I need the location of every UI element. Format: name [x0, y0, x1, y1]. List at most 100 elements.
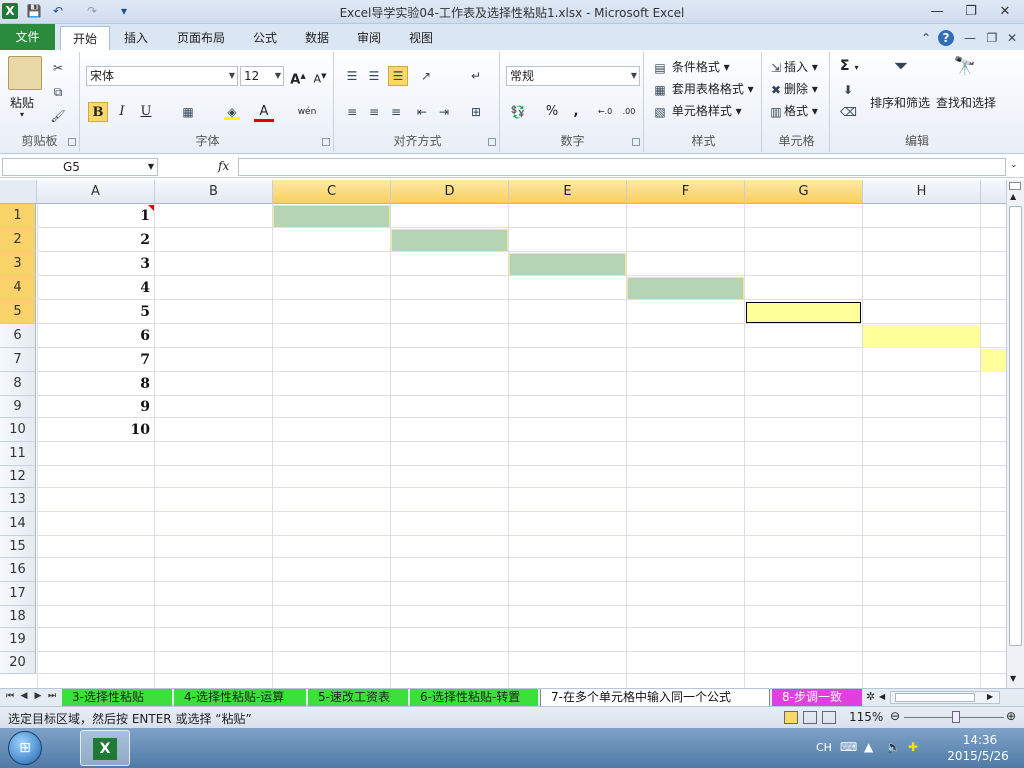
number-format-combo[interactable]: 常规 ▼ — [506, 66, 640, 86]
font-launcher-icon[interactable] — [322, 138, 330, 146]
border-icon[interactable]: ▦ — [180, 104, 196, 120]
worksheet-grid[interactable]: ABCDEFGH 1 2 3 4 5 6 7 8 9 10 11 12 13 14 15 16 17 18 19 20… — [0, 180, 1006, 688]
name-box[interactable]: G5 ▼ — [2, 158, 158, 176]
prev-sheet-icon[interactable]: ◀ — [18, 691, 30, 701]
row-header-11[interactable]: 11 — [0, 442, 36, 466]
percent-button[interactable]: % — [542, 102, 562, 122]
tab-home[interactable]: 开始 — [60, 26, 110, 50]
column-header-a[interactable]: A — [37, 180, 155, 204]
sheet-tab-8[interactable]: 8-步调一致 — [772, 689, 862, 706]
cell-c1[interactable] — [273, 205, 390, 228]
cell-h6[interactable] — [863, 325, 980, 348]
number-launcher-icon[interactable] — [632, 138, 640, 146]
restore-button[interactable]: ❐ — [960, 3, 982, 21]
insert-function-icon[interactable]: fx — [218, 159, 229, 173]
align-right-icon[interactable]: ≡ — [388, 104, 404, 120]
paste-icon[interactable] — [8, 56, 42, 90]
tab-data[interactable]: 数据 — [296, 26, 338, 50]
cell-a8[interactable]: 8 — [37, 372, 154, 396]
cell-a6[interactable]: 6 — [37, 324, 154, 348]
cell-a5[interactable]: 5 — [37, 300, 154, 324]
tab-review[interactable]: 审阅 — [348, 26, 390, 50]
sheet-tab-6[interactable]: 6-选择性粘贴-转置 — [410, 689, 538, 706]
cut-icon[interactable]: ✂ — [50, 60, 66, 76]
row-header-12[interactable]: 12 — [0, 466, 36, 488]
row-header-5[interactable]: 5 — [0, 300, 36, 324]
row-header-9[interactable]: 9 — [0, 396, 36, 418]
font-color-button[interactable]: A — [254, 102, 274, 122]
align-middle-icon[interactable]: ☰ — [366, 68, 382, 84]
orientation-icon[interactable]: ↗ — [418, 68, 434, 84]
row-header-2[interactable]: 2 — [0, 228, 36, 252]
normal-view-icon[interactable] — [784, 711, 798, 724]
zoom-in-icon[interactable]: ⊕ — [1006, 709, 1016, 723]
cell-a7[interactable]: 7 — [37, 348, 154, 372]
insert-cells-button[interactable]: ⇲ 插入 ▾ — [768, 58, 818, 76]
row-header-3[interactable]: 3 — [0, 252, 36, 276]
zoom-slider-thumb[interactable] — [952, 711, 960, 723]
tab-insert[interactable]: 插入 — [114, 26, 158, 50]
row-header-18[interactable]: 18 — [0, 606, 36, 628]
scroll-up-icon[interactable]: ▲ — [1010, 192, 1016, 201]
column-header-f[interactable]: F — [627, 180, 745, 204]
horizontal-scroll-thumb[interactable] — [895, 693, 975, 702]
cell-d2[interactable] — [391, 229, 508, 252]
alignment-launcher-icon[interactable] — [488, 138, 496, 146]
last-sheet-icon[interactable]: ⏭ — [46, 691, 58, 701]
sheet-tab-4[interactable]: 4-选择性粘贴-运算 — [174, 689, 306, 706]
volume-icon[interactable]: 🔈 — [886, 740, 901, 754]
comment-indicator-icon[interactable] — [148, 205, 154, 211]
comma-button[interactable]: , — [566, 102, 586, 122]
taskbar-excel-button[interactable]: X — [80, 730, 130, 766]
row-header-10[interactable]: 10 — [0, 418, 36, 442]
cell-a4[interactable]: 4 — [37, 276, 154, 300]
cell-a2[interactable]: 2 — [37, 228, 154, 252]
format-cells-button[interactable]: ▥ 格式 ▾ — [768, 102, 818, 120]
shrink-font-button[interactable]: A▼ — [310, 66, 330, 86]
row-header-8[interactable]: 8 — [0, 372, 36, 396]
tab-page-layout[interactable]: 页面布局 — [168, 26, 234, 50]
keyboard-icon[interactable]: ⌨ — [840, 740, 857, 754]
column-header-partial[interactable] — [981, 180, 1006, 204]
align-center-icon[interactable]: ≡ — [366, 104, 382, 120]
select-all-corner[interactable] — [0, 180, 37, 204]
windows-start-icon[interactable]: ⊞ — [8, 731, 42, 765]
cell-styles-button[interactable]: ▧ 单元格样式 ▾ — [652, 102, 741, 120]
network-icon[interactable]: ✚ — [908, 740, 918, 754]
next-sheet-icon[interactable]: ▶ — [32, 691, 44, 701]
copy-icon[interactable]: ⧉ — [50, 84, 66, 100]
row-header-7[interactable]: 7 — [0, 348, 36, 372]
sort-filter-button[interactable]: 排序和筛选 — [870, 94, 930, 111]
autosum-button[interactable]: Σ ▾ — [840, 58, 858, 74]
underline-button[interactable]: U — [136, 102, 156, 122]
tab-formulas[interactable]: 公式 — [244, 26, 286, 50]
increase-indent-icon[interactable]: ⇥ — [436, 104, 452, 120]
row-header-15[interactable]: 15 — [0, 536, 36, 558]
formula-input[interactable] — [238, 158, 1006, 176]
conditional-format-button[interactable]: ▤ 条件格式 ▾ — [652, 58, 729, 76]
find-select-button[interactable]: 查找和选择 — [936, 94, 996, 111]
accounting-format-icon[interactable]: 💱 — [510, 104, 526, 120]
first-sheet-icon[interactable]: ⏮ — [4, 691, 16, 701]
align-bottom-icon[interactable]: ☰ — [388, 66, 408, 86]
sheet-tab-7[interactable]: 7-在多个单元格中输入同一个公式 — [540, 689, 770, 706]
vertical-scrollbar[interactable]: ▲ ▼ — [1006, 180, 1024, 688]
column-header-c[interactable]: C — [273, 180, 391, 204]
cell-e3[interactable] — [509, 253, 626, 276]
clear-icon[interactable]: ⌫ — [840, 104, 857, 120]
row-header-6[interactable]: 6 — [0, 324, 36, 348]
bold-button[interactable]: B — [88, 102, 108, 122]
zoom-level[interactable]: 115% — [849, 710, 883, 724]
vertical-scroll-thumb[interactable] — [1009, 206, 1022, 646]
horizontal-scrollbar[interactable]: ◀ ▶ — [879, 691, 1000, 704]
wrap-text-icon[interactable]: ↵ — [468, 68, 484, 84]
cell-a3[interactable]: 3 — [37, 252, 154, 276]
clock-time[interactable]: 14:36 — [950, 733, 1010, 747]
column-header-e[interactable]: E — [509, 180, 627, 204]
font-size-combo[interactable]: 12 ▼ — [240, 66, 284, 86]
row-header-17[interactable]: 17 — [0, 582, 36, 606]
split-box-icon[interactable] — [1009, 182, 1021, 190]
input-language[interactable]: CH — [816, 741, 832, 754]
help-icon[interactable]: ? — [938, 30, 954, 46]
align-left-icon[interactable]: ≡ — [344, 104, 360, 120]
